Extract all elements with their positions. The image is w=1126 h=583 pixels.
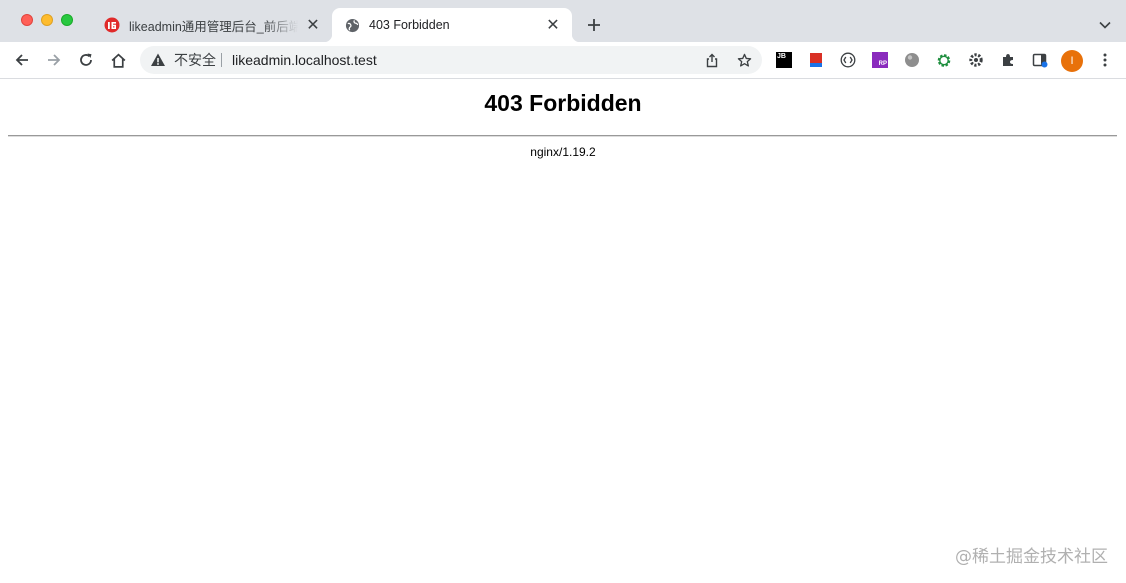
tab-close-icon[interactable]: ✕ — [544, 16, 562, 34]
tab-likeadmin[interactable]: likeadmin通用管理后台_前后端分离 ✕ — [92, 8, 332, 42]
tab-title: 403 Forbidden — [369, 18, 450, 32]
side-panel-icon[interactable] — [1032, 52, 1048, 68]
reload-icon — [80, 53, 92, 66]
window-minimize-button[interactable] — [41, 14, 53, 26]
rp-label: RP — [878, 61, 887, 67]
green-gear-extension-icon[interactable] — [936, 52, 952, 68]
page-content: 403 Forbidden nginx/1.19.2 @稀土掘金技术社区 — [0, 79, 1126, 583]
plus-icon — [588, 19, 600, 31]
share-icon[interactable] — [704, 52, 720, 68]
browser-window: likeadmin通用管理后台_前后端分离 ✕ 403 Forbidden ✕ — [0, 0, 1126, 583]
warning-icon[interactable] — [150, 52, 166, 68]
jetbrains-label: JB — [777, 53, 786, 60]
home-icon — [111, 53, 125, 68]
puzzle-extensions-icon[interactable] — [1000, 52, 1016, 68]
window-maximize-button[interactable] — [61, 14, 73, 26]
forward-button[interactable] — [44, 50, 64, 70]
omnibox-divider — [221, 53, 222, 67]
likeadmin-logo-icon — [104, 17, 120, 33]
more-vertical-icon — [1103, 53, 1107, 67]
home-button[interactable] — [108, 50, 128, 70]
tab-strip: likeadmin通用管理后台_前后端分离 ✕ 403 Forbidden ✕ — [0, 0, 1126, 42]
tab-title: likeadmin通用管理后台_前后端分离 — [129, 19, 298, 34]
back-button[interactable] — [12, 50, 32, 70]
reload-button[interactable] — [76, 50, 96, 70]
gray-ball-extension-icon[interactable] — [904, 52, 920, 68]
browser-toolbar: 不安全 likeadmin.localhost.test JB RP I — [0, 42, 1126, 79]
window-close-button[interactable] — [21, 14, 33, 26]
globe-icon — [344, 17, 360, 33]
security-status-label[interactable]: 不安全 — [174, 52, 216, 68]
server-signature: nginx/1.19.2 — [530, 145, 596, 159]
url-text[interactable]: likeadmin.localhost.test — [232, 52, 377, 68]
arrow-left-icon — [15, 54, 28, 66]
rp-extension-icon[interactable]: RP — [872, 52, 888, 68]
horizontal-rule — [8, 135, 1117, 137]
address-bar[interactable]: 不安全 likeadmin.localhost.test — [140, 46, 762, 74]
chevron-down-icon — [1099, 21, 1111, 29]
tab-close-icon[interactable]: ✕ — [304, 16, 322, 34]
book-extension-icon[interactable] — [808, 52, 824, 68]
page-title: 403 Forbidden — [484, 90, 642, 116]
tab-search-button[interactable] — [1096, 16, 1114, 34]
jetbrains-extension-icon[interactable]: JB — [776, 52, 792, 68]
bookmark-star-icon[interactable] — [736, 52, 752, 68]
new-tab-button[interactable] — [584, 15, 604, 35]
tab-403-forbidden[interactable]: 403 Forbidden ✕ — [324, 8, 580, 42]
watermark: @稀土掘金技术社区 — [955, 547, 1108, 567]
profile-avatar[interactable]: I — [1061, 50, 1083, 72]
settings-extension-icon[interactable] — [968, 52, 984, 68]
more-menu-button[interactable] — [1096, 51, 1114, 69]
arrow-right-icon — [48, 54, 61, 66]
code-extension-icon[interactable] — [840, 52, 856, 68]
